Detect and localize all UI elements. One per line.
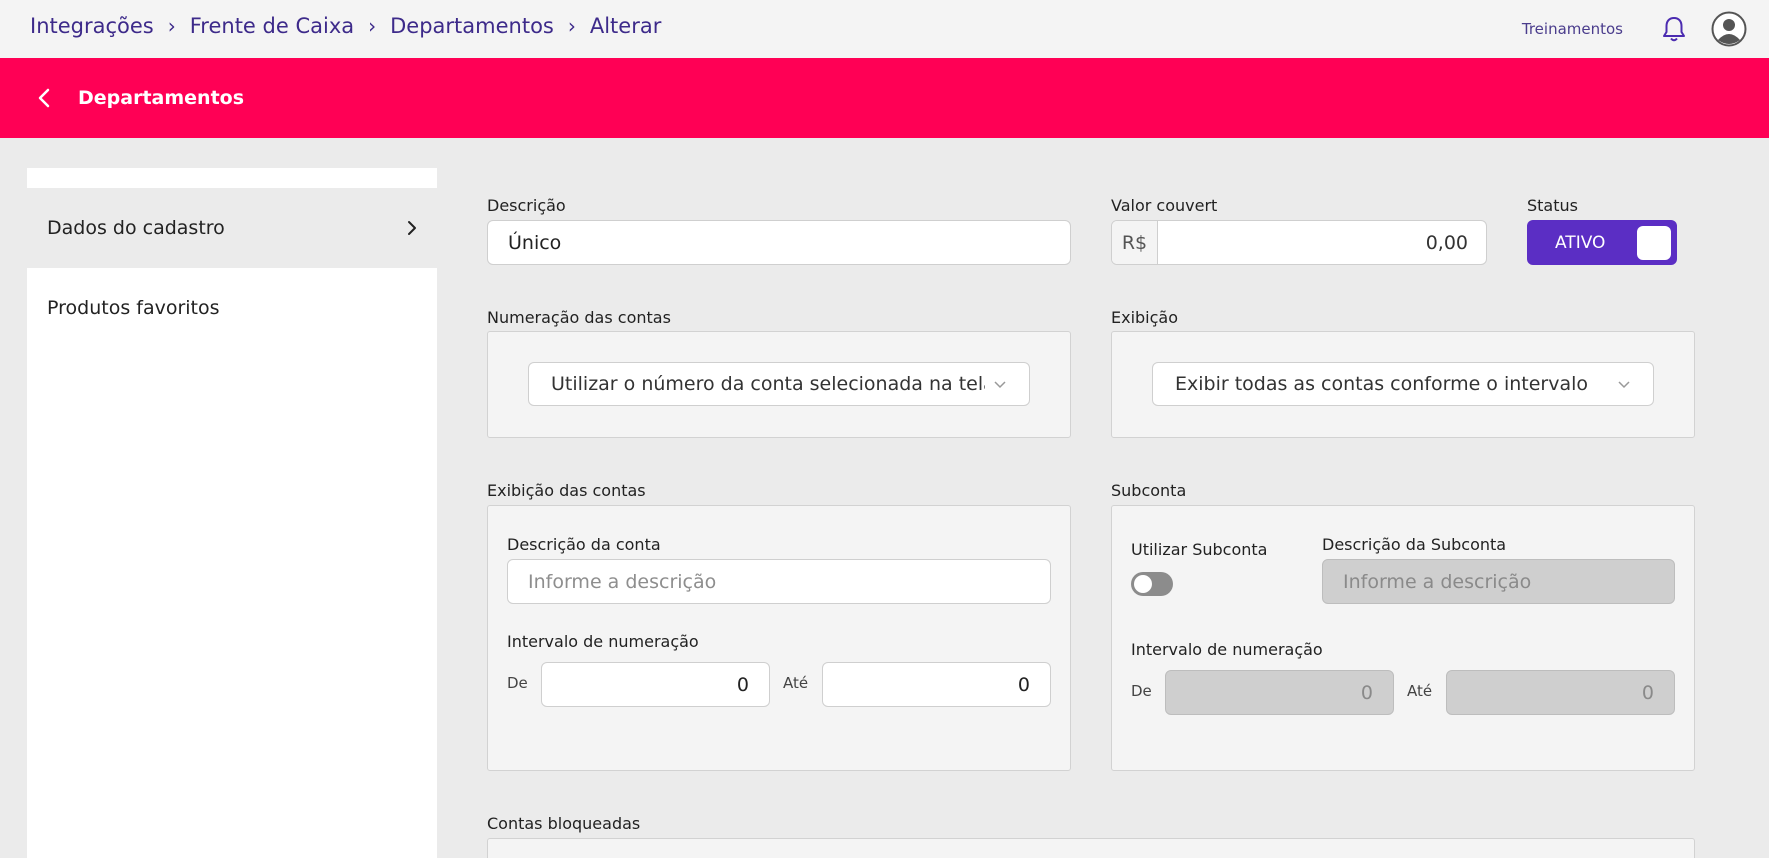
- descricao-conta-input[interactable]: Informe a descrição: [507, 559, 1051, 604]
- intervalo-ate-value: 0: [1017, 673, 1030, 696]
- chevron-right-icon: ›: [167, 14, 176, 38]
- subconta-ate-input[interactable]: 0: [1446, 670, 1675, 715]
- descricao-conta-label: Descrição da conta: [507, 535, 661, 554]
- contas-bloqueadas-label: Contas bloqueadas: [487, 814, 641, 833]
- descricao-value: Único: [508, 231, 562, 254]
- page-title: Departamentos: [78, 87, 245, 109]
- chevron-down-icon: [1618, 381, 1630, 389]
- utilizar-subconta-switch[interactable]: [1131, 572, 1173, 596]
- numeracao-selected: Utilizar o número da conta selecionada n…: [551, 373, 985, 395]
- subconta-de-value: 0: [1360, 681, 1373, 704]
- subconta-label: Subconta: [1111, 481, 1187, 500]
- numeracao-select[interactable]: Utilizar o número da conta selecionada n…: [528, 362, 1030, 406]
- breadcrumb-item-frente-de-caixa[interactable]: Frente de Caixa: [190, 14, 354, 38]
- breadcrumb-item-alterar: Alterar: [589, 14, 662, 38]
- subconta-intervalo-label: Intervalo de numeração: [1131, 640, 1323, 659]
- chevron-right-icon: ›: [567, 14, 576, 38]
- form-content: Descrição Único Valor couvert R$ 0,00 St…: [437, 168, 1746, 858]
- bell-icon[interactable]: [1659, 14, 1689, 44]
- exibicao-contas-label: Exibição das contas: [487, 481, 646, 500]
- status-toggle[interactable]: ATIVO: [1527, 220, 1677, 265]
- intervalo-ate-input[interactable]: 0: [822, 662, 1051, 707]
- breadcrumb-item-integracoes[interactable]: Integrações: [30, 14, 154, 38]
- de-label: De: [507, 674, 528, 692]
- exibicao-select[interactable]: Exibir todas as contas conforme o interv…: [1152, 362, 1654, 406]
- chevron-left-icon: [38, 88, 50, 108]
- sidebar-item-label: Produtos favoritos: [47, 297, 220, 319]
- sidebar-item-produtos-favoritos[interactable]: Produtos favoritos: [27, 268, 437, 348]
- descricao-conta-placeholder: Informe a descrição: [528, 570, 717, 593]
- intervalo-de-input[interactable]: 0: [541, 662, 770, 707]
- ate-label: Até: [783, 674, 809, 692]
- subconta-ate-value: 0: [1641, 681, 1654, 704]
- contas-bloqueadas-panel: [487, 838, 1695, 858]
- page-header: Departamentos: [0, 58, 1769, 138]
- numeracao-label: Numeração das contas: [487, 308, 671, 327]
- back-button[interactable]: [26, 80, 62, 116]
- toggle-knob: [1637, 225, 1671, 260]
- descricao-label: Descrição: [487, 196, 566, 215]
- switch-knob: [1134, 575, 1152, 593]
- intervalo-de-value: 0: [736, 673, 749, 696]
- descricao-input[interactable]: Único: [487, 220, 1071, 265]
- valor-couvert-label: Valor couvert: [1111, 196, 1218, 215]
- status-label: Status: [1527, 196, 1578, 215]
- descricao-subconta-placeholder: Informe a descrição: [1343, 570, 1532, 593]
- currency-prefix: R$: [1112, 221, 1158, 264]
- breadcrumb: Integrações › Frente de Caixa › Departam…: [30, 14, 661, 38]
- intervalo-numeracao-label: Intervalo de numeração: [507, 632, 699, 651]
- valor-couvert-input[interactable]: R$ 0,00: [1111, 220, 1487, 265]
- exibicao-label: Exibição: [1111, 308, 1179, 327]
- status-value: ATIVO: [1555, 232, 1606, 253]
- sidebar-item-dados-do-cadastro[interactable]: Dados do cadastro: [27, 188, 437, 268]
- descricao-subconta-label: Descrição da Subconta: [1322, 535, 1507, 554]
- sidebar-item-label: Dados do cadastro: [47, 217, 225, 239]
- chevron-right-icon: ›: [368, 14, 377, 38]
- treinamentos-link[interactable]: Treinamentos: [1522, 20, 1623, 38]
- descricao-subconta-input[interactable]: Informe a descrição: [1322, 559, 1675, 604]
- breadcrumb-item-departamentos[interactable]: Departamentos: [390, 14, 554, 38]
- chevron-right-icon: [408, 221, 416, 235]
- user-avatar-icon[interactable]: [1711, 11, 1747, 47]
- exibicao-selected: Exibir todas as contas conforme o interv…: [1175, 373, 1589, 395]
- subconta-de-input[interactable]: 0: [1165, 670, 1394, 715]
- subconta-ate-label: Até: [1407, 682, 1433, 700]
- chevron-down-icon: [994, 381, 1006, 389]
- top-bar: Integrações › Frente de Caixa › Departam…: [0, 0, 1769, 58]
- subconta-de-label: De: [1131, 682, 1152, 700]
- sidebar: Dados do cadastro Produtos favoritos: [27, 168, 437, 858]
- valor-couvert-value: 0,00: [1425, 231, 1468, 254]
- utilizar-subconta-label: Utilizar Subconta: [1131, 540, 1268, 559]
